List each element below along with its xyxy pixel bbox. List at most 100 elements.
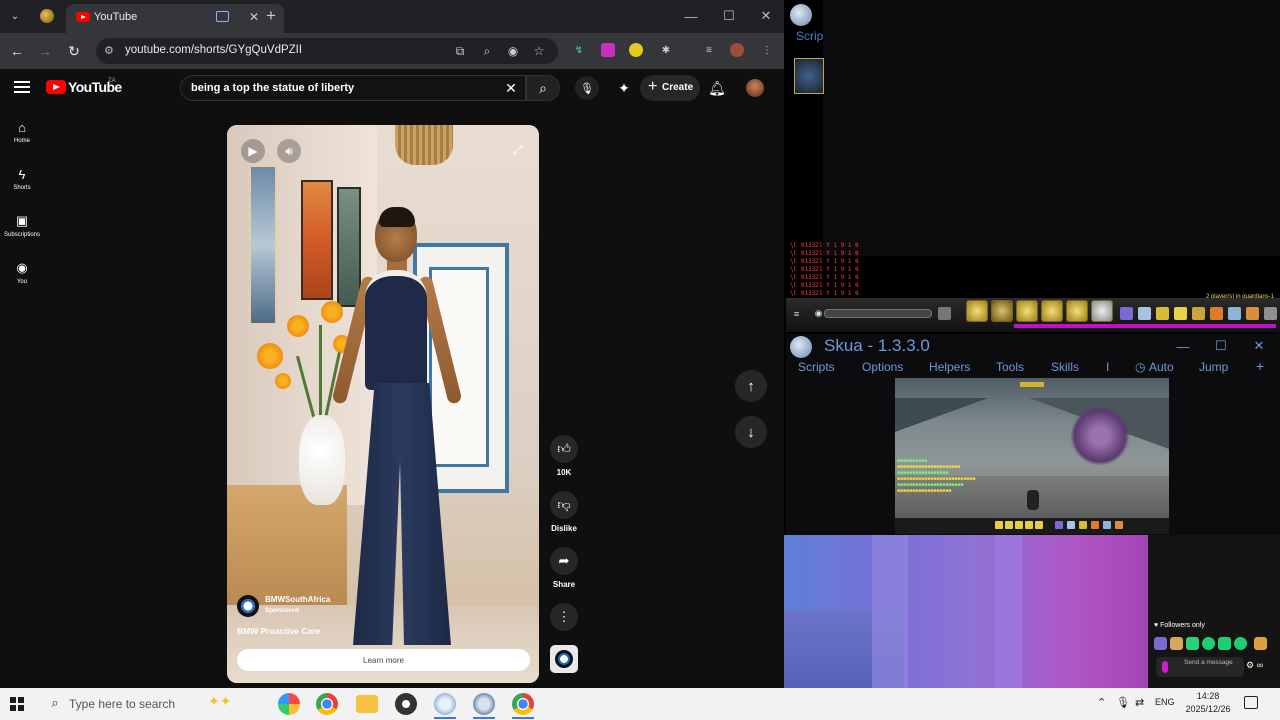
menu-skills[interactable]: Skills xyxy=(1051,360,1079,374)
emote-icon[interactable] xyxy=(1254,637,1267,650)
skill-slot-1[interactable] xyxy=(966,300,988,322)
skill-slot-4[interactable] xyxy=(1041,300,1063,322)
profile-avatar-icon[interactable] xyxy=(40,9,54,23)
menu-helpers[interactable]: Helpers xyxy=(929,360,970,374)
previous-short-button[interactable]: ↑ xyxy=(735,370,767,402)
menu-add[interactable]: + xyxy=(1256,358,1264,374)
skill-slot-2[interactable] xyxy=(991,300,1013,322)
tab-youtube[interactable]: YouTube ✕ xyxy=(66,4,284,33)
share-button[interactable]: ➦ xyxy=(550,547,578,575)
tab-close-icon[interactable]: ✕ xyxy=(246,9,262,25)
extension-translate-icon[interactable]: ↯ xyxy=(572,43,586,57)
game-icon-shop[interactable] xyxy=(1210,307,1223,320)
microphone-tray-icon[interactable]: 🎙︎ xyxy=(1116,696,1130,709)
short-video-player[interactable]: ▶ 🔊︎ ⤢ BMWSouthAfrica Sponsored BMW Proa… xyxy=(227,125,539,683)
back-button[interactable]: ← xyxy=(7,41,27,61)
game-icon-mail[interactable] xyxy=(1246,307,1259,320)
menu-jump[interactable]: Jump xyxy=(1199,360,1228,374)
game-icon-logout[interactable] xyxy=(1264,307,1277,320)
cast-icon[interactable]: ✦ xyxy=(614,78,634,98)
emote-icon[interactable] xyxy=(1186,637,1199,650)
tray-overflow-icon[interactable]: ⌃ xyxy=(1097,696,1106,709)
file-explorer-app-icon[interactable] xyxy=(356,695,378,713)
skua-app-icon-2[interactable] xyxy=(473,693,495,715)
extensions-puzzle-icon[interactable]: ✱ xyxy=(659,43,673,57)
notifications-bell-icon[interactable]: 🔔︎ xyxy=(707,78,727,98)
minimize-window-button[interactable]: — xyxy=(680,6,702,26)
tab-search-button[interactable]: ⌄ xyxy=(6,7,24,25)
game-client-window[interactable]: Scrip \C 913321 Y 1 9 1 8 \C 913321 Y 1 … xyxy=(786,0,1280,334)
game-viewport[interactable] xyxy=(823,0,1280,256)
channel-avatar[interactable] xyxy=(237,595,259,617)
channel-name[interactable]: BMWSouthAfrica xyxy=(265,595,330,604)
chat-identity-badge[interactable] xyxy=(1162,661,1168,673)
game-icon-options[interactable] xyxy=(1228,307,1241,320)
network-tray-icon[interactable]: ⇄ xyxy=(1135,696,1144,709)
search-query[interactable]: being a top the statue of liberty xyxy=(191,82,354,94)
minimize-window-button[interactable]: — xyxy=(1174,337,1192,355)
emote-icon[interactable] xyxy=(1234,637,1247,650)
search-input[interactable]: being a top the statue of liberty ✕ xyxy=(180,75,526,101)
scripts-menu-partial[interactable]: Scrip xyxy=(796,29,823,43)
bookmark-star-icon[interactable]: ☆ xyxy=(531,43,547,59)
dislike-button[interactable]: 👎︎ xyxy=(550,491,578,519)
maximize-window-button[interactable]: ☐ xyxy=(718,6,740,26)
volume-button[interactable]: 🔊︎ xyxy=(277,139,301,163)
create-button[interactable]: + Create xyxy=(640,75,700,101)
clock[interactable]: 14:28 2025/12/26 xyxy=(1184,690,1232,716)
obs-app-icon[interactable] xyxy=(395,693,417,715)
game-player-sprite[interactable] xyxy=(1027,490,1039,510)
chat-settings-icon[interactable]: ⚙ ∞ xyxy=(1246,660,1263,671)
extension-purple-icon[interactable] xyxy=(601,43,615,57)
skill-slot-3[interactable] xyxy=(1016,300,1038,322)
emote-icon[interactable] xyxy=(1218,637,1231,650)
browser-profile-icon[interactable] xyxy=(730,43,744,57)
guide-item-home[interactable]: ⌂ Home xyxy=(0,119,44,159)
bmw-logo-icon[interactable] xyxy=(550,645,578,673)
copilot-app-icon[interactable] xyxy=(278,693,300,715)
menu-auto[interactable]: Auto xyxy=(1149,360,1174,374)
guide-item-shorts[interactable]: ϟ Shorts xyxy=(0,166,44,206)
forward-button[interactable]: → xyxy=(35,41,55,61)
game-menu-icon[interactable]: ≡ xyxy=(790,307,803,320)
chat-input[interactable] xyxy=(824,309,932,318)
search-highlight-icon[interactable]: ✦✦ xyxy=(208,693,231,710)
player-portrait[interactable] xyxy=(794,58,824,94)
play-button[interactable]: ▶ xyxy=(241,139,265,163)
search-button[interactable]: ⌕ xyxy=(526,75,560,101)
extension-yellow-icon[interactable] xyxy=(629,43,643,57)
notifications-icon[interactable] xyxy=(1244,696,1258,709)
game-icon-house[interactable] xyxy=(1192,307,1205,320)
skill-slot-6[interactable] xyxy=(1091,300,1113,322)
account-avatar[interactable] xyxy=(746,79,764,97)
chrome-app-icon[interactable] xyxy=(316,693,338,715)
reload-button[interactable]: ↻ xyxy=(64,41,84,61)
menu-scripts[interactable]: Scripts xyxy=(798,360,835,374)
game-icon-friends[interactable] xyxy=(1138,307,1151,320)
address-bar[interactable]: ⚙ youtube.com/shorts/GYgQuVdPZII ⧉ ⌕ ◉ ☆ xyxy=(96,38,558,64)
guide-menu-icon[interactable] xyxy=(14,81,30,93)
tracking-protection-icon[interactable]: ◉ xyxy=(505,43,521,59)
windows-start-icon[interactable] xyxy=(10,697,24,711)
youtube-logo-icon[interactable] xyxy=(46,80,66,94)
fullscreen-icon[interactable]: ⤢ xyxy=(507,139,529,161)
close-window-button[interactable]: ✕ xyxy=(755,6,777,26)
emote-icon[interactable] xyxy=(1154,637,1167,650)
clear-search-icon[interactable]: ✕ xyxy=(503,80,519,96)
media-playing-icon[interactable] xyxy=(216,11,229,22)
install-app-icon[interactable]: ⧉ xyxy=(452,43,468,59)
chat-message-input[interactable]: Send a message xyxy=(1156,657,1244,677)
send-icon[interactable] xyxy=(938,307,951,320)
guide-item-you[interactable]: ◉ You xyxy=(0,260,44,300)
skill-slot-5[interactable] xyxy=(1066,300,1088,322)
close-window-button[interactable]: ✕ xyxy=(1250,337,1268,355)
zoom-icon[interactable]: ⌕ xyxy=(479,43,495,59)
emote-icon[interactable] xyxy=(1170,637,1183,650)
more-actions-button[interactable]: ⋮ xyxy=(550,603,578,631)
chrome-profile-app-icon[interactable] xyxy=(512,693,534,715)
like-button[interactable]: 👍︎ xyxy=(550,435,578,463)
input-language[interactable]: ENG xyxy=(1155,697,1175,707)
game-icon-quests[interactable] xyxy=(1156,307,1169,320)
maximize-window-button[interactable]: ☐ xyxy=(1212,337,1230,355)
guide-item-subscriptions[interactable]: ▣ Subscriptions xyxy=(0,213,44,253)
